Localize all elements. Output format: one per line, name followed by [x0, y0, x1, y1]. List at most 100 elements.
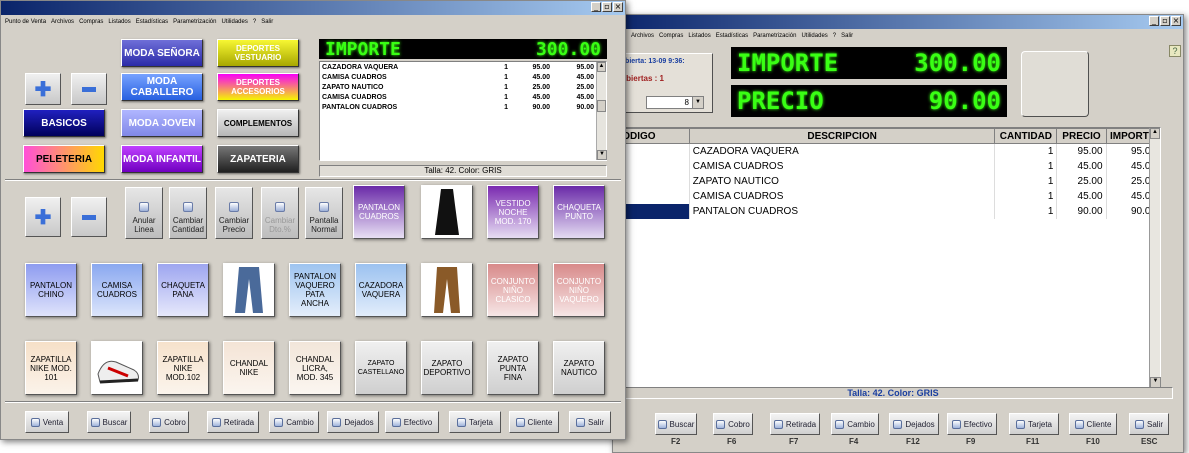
- scroll-up-icon[interactable]: ▲: [1150, 128, 1160, 139]
- product-vestido[interactable]: VESTIDO NOCHE MOD. 170: [487, 185, 539, 239]
- cat-moda-caballero[interactable]: MODA CABALLERO: [121, 73, 203, 101]
- close-button[interactable]: ×: [1171, 16, 1181, 26]
- minimize-button[interactable]: _: [591, 2, 601, 12]
- cat-peleteria[interactable]: PELETERIA: [23, 145, 105, 173]
- cobro-button[interactable]: Cobro: [713, 413, 753, 435]
- pantalla-normal-button[interactable]: Pantalla Normal: [305, 187, 343, 239]
- menu-listados[interactable]: Listados: [108, 15, 130, 29]
- minimize-button[interactable]: _: [1149, 16, 1159, 26]
- product-zapato-punta[interactable]: ZAPATO PUNTA FINA: [487, 341, 539, 395]
- cat-moda-senora[interactable]: MODA SEÑORA: [121, 39, 203, 67]
- menu-salir[interactable]: Salir: [841, 29, 853, 43]
- product-pantalon-vaquero[interactable]: PANTALON VAQUERO PATA ANCHA: [289, 263, 341, 317]
- product-chandal-licra[interactable]: CHANDAL LICRA, MOD. 345: [289, 341, 341, 395]
- col-cantidad[interactable]: CANTIDAD: [994, 128, 1058, 144]
- salir-button[interactable]: Salir: [1129, 413, 1169, 435]
- product-zapato-castellano[interactable]: ZAPATO CASTELLANO: [355, 341, 407, 395]
- close-button[interactable]: ×: [613, 2, 623, 12]
- menu-compras[interactable]: Compras: [79, 15, 103, 29]
- list-item[interactable]: ZAPATO NAUTICO 1 25.00 25.00: [320, 82, 596, 92]
- add-qty-button[interactable]: ✚: [25, 197, 61, 237]
- dejados-button[interactable]: Dejados: [889, 413, 939, 435]
- chevron-down-icon[interactable]: ▼: [692, 97, 703, 108]
- cliente-button[interactable]: Cliente: [509, 411, 559, 433]
- product-zapato-deportivo[interactable]: ZAPATO DEPORTIVO: [421, 341, 473, 395]
- cambiar-dto-button[interactable]: Cambiar Dto.%: [261, 187, 299, 239]
- product-cazadora[interactable]: CAZADORA VAQUERA: [355, 263, 407, 317]
- product-zapato-nautico[interactable]: ZAPATO NAUTICO: [553, 341, 605, 395]
- efectivo-button[interactable]: Efectivo: [947, 413, 997, 435]
- cambio-button[interactable]: Cambio: [269, 411, 319, 433]
- cambiar-cantidad-button[interactable]: Cambiar Cantidad: [169, 187, 207, 239]
- product-zapatilla-101[interactable]: ZAPATILLA NIKE MOD. 101: [25, 341, 77, 395]
- cobro-button[interactable]: Cobro: [149, 411, 189, 433]
- menu-help[interactable]: ?: [833, 29, 836, 43]
- remove-qty-button[interactable]: [71, 197, 107, 237]
- retirada-button[interactable]: Retirada: [207, 411, 259, 433]
- dejados-button[interactable]: Dejados: [327, 411, 379, 433]
- menu-help[interactable]: ?: [253, 15, 256, 29]
- restore-button[interactable]: ▫: [1160, 16, 1170, 26]
- remove-category-button[interactable]: [71, 73, 107, 105]
- product-camisa-cuadros[interactable]: CAMISA CUADROS: [91, 263, 143, 317]
- menu-compras[interactable]: Compras: [659, 29, 683, 43]
- grid-scrollbar[interactable]: ▲ ▼: [1149, 128, 1161, 388]
- cat-moda-joven[interactable]: MODA JOVEN: [121, 109, 203, 137]
- cambiar-precio-button[interactable]: Cambiar Precio: [215, 187, 253, 239]
- product-chaqueta-pana[interactable]: CHAQUETA PANA: [157, 263, 209, 317]
- scroll-up-icon[interactable]: ▲: [597, 62, 606, 72]
- ticket-scrollbar[interactable]: ▲ ▼: [596, 62, 607, 160]
- venta-button[interactable]: Venta: [25, 411, 69, 433]
- cliente-button[interactable]: Cliente: [1069, 413, 1117, 435]
- product-dress-image[interactable]: [421, 185, 473, 239]
- product-jeans-image[interactable]: [223, 263, 275, 317]
- menu-listados[interactable]: Listados: [688, 29, 710, 43]
- cat-deportes-accesorios[interactable]: DEPORTES ACCESORIOS: [217, 73, 299, 101]
- list-item[interactable]: CAMISA CUADROS 1 45.00 45.00: [320, 72, 596, 82]
- retirada-button[interactable]: Retirada: [770, 413, 820, 435]
- menu-estadisticas[interactable]: Estadísticas: [136, 15, 168, 29]
- menu-parametrizacion[interactable]: Parametrización: [753, 29, 796, 43]
- product-pantalon-chino[interactable]: PANTALON CHINO: [25, 263, 77, 317]
- cat-basicos[interactable]: BASICOS: [23, 109, 105, 137]
- buscar-button[interactable]: Buscar: [655, 413, 697, 435]
- col-descripcion[interactable]: DESCRIPCION: [688, 128, 996, 144]
- product-chaqueta-punto[interactable]: CHAQUETA PUNTO: [553, 185, 605, 239]
- product-conjunto-clasico[interactable]: CONJUNTO NIÑO CLASICO: [487, 263, 539, 317]
- menu-parametrizacion[interactable]: Parametrización: [173, 15, 216, 29]
- scroll-down-icon[interactable]: ▼: [597, 150, 607, 160]
- product-trousers-image[interactable]: [421, 263, 473, 317]
- product-zapatilla-102[interactable]: ZAPATILLA NIKE MOD.102: [157, 341, 209, 395]
- ticket-list[interactable]: CAZADORA VAQUERA 1 95.00 95.00 CAMISA CUADR…: [319, 61, 607, 161]
- table-row[interactable]: PANTALON CUADROS 1 90.00 90.00: [614, 203, 1161, 219]
- list-item[interactable]: PANTALON CUADROS 1 90.00 90.00: [320, 102, 596, 112]
- table-row[interactable]: CAMISA CUADROS 1 45.00 45.00: [614, 188, 1161, 204]
- menu-salir[interactable]: Salir: [261, 15, 273, 29]
- table-row[interactable]: CAMISA CUADROS 1 45.00 45.00: [614, 158, 1161, 174]
- menu-estadisticas[interactable]: Estadísticas: [716, 29, 748, 43]
- cat-zapateria[interactable]: ZAPATERIA: [217, 145, 299, 173]
- menu-archivos[interactable]: Archivos: [51, 15, 74, 29]
- menu-utilidades[interactable]: Utilidades: [801, 29, 827, 43]
- product-pantalon-cuadros[interactable]: PANTALON CUADROS: [353, 185, 405, 239]
- restore-button[interactable]: ▫: [602, 2, 612, 12]
- efectivo-button[interactable]: Efectivo: [385, 411, 439, 433]
- list-item[interactable]: CAZADORA VAQUERA 1 95.00 95.00: [320, 62, 596, 72]
- add-category-button[interactable]: ✚: [25, 73, 61, 105]
- terminal-select[interactable]: 8 ▼: [646, 96, 704, 109]
- menu-punto-venta[interactable]: Punto de Venta: [5, 15, 46, 29]
- buscar-button[interactable]: Buscar: [87, 411, 131, 433]
- product-sneaker-image[interactable]: [91, 341, 143, 395]
- cambio-button[interactable]: Cambio: [831, 413, 879, 435]
- help-icon[interactable]: ?: [1169, 45, 1181, 57]
- product-chandal-nike[interactable]: CHANDAL NIKE: [223, 341, 275, 395]
- table-row[interactable]: CAZADORA VAQUERA 1 95.00 95.00: [614, 143, 1161, 159]
- salir-button[interactable]: Salir: [569, 411, 611, 433]
- tarjeta-button[interactable]: Tarjeta: [1009, 413, 1059, 435]
- table-row[interactable]: ZAPATO NAUTICO 1 25.00 25.00: [614, 173, 1161, 189]
- tarjeta-button[interactable]: Tarjeta: [449, 411, 501, 433]
- anular-linea-button[interactable]: Anular Linea: [125, 187, 163, 239]
- cat-complementos[interactable]: COMPLEMENTOS: [217, 109, 299, 137]
- product-conjunto-vaquero[interactable]: CONJUNTO NIÑO VAQUERO: [553, 263, 605, 317]
- cat-deportes-vestuario[interactable]: DEPORTES VESTUARIO: [217, 39, 299, 67]
